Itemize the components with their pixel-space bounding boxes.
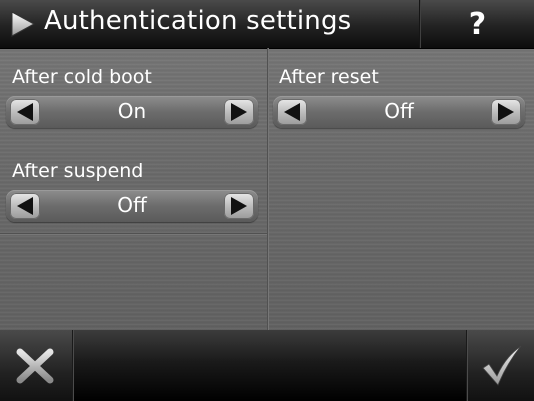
arrow-left-icon (17, 103, 33, 121)
close-x-icon (16, 348, 54, 384)
previous-value-button[interactable] (10, 99, 40, 125)
play-arrow-icon (11, 11, 36, 37)
setting-label: After reset (279, 66, 379, 88)
help-button[interactable]: ? (421, 0, 534, 48)
confirm-button[interactable] (468, 330, 534, 401)
title-bar: Authentication settings ? (0, 0, 534, 49)
next-value-button[interactable] (491, 99, 521, 125)
setting-value: Off (384, 99, 414, 123)
checkmark-icon (482, 345, 522, 386)
previous-value-button[interactable] (277, 99, 307, 125)
setting-value: Off (117, 193, 147, 217)
value-selector: Off (6, 190, 258, 222)
setting-value: On (117, 99, 147, 123)
value-selector: Off (273, 96, 525, 128)
previous-value-button[interactable] (10, 193, 40, 219)
authentication-settings-screen: Authentication settings ? After cold boo… (0, 0, 534, 401)
cancel-button[interactable] (0, 330, 72, 401)
bottom-separator-left (72, 330, 74, 401)
arrow-left-icon (17, 197, 33, 215)
setting-label: After suspend (12, 160, 144, 182)
setting-after-reset: After reset Off (267, 66, 534, 146)
arrow-right-icon (498, 103, 514, 121)
next-value-button[interactable] (224, 193, 254, 219)
next-value-button[interactable] (224, 99, 254, 125)
arrow-right-icon (231, 103, 247, 121)
value-selector: On (6, 96, 258, 128)
page-title: Authentication settings (44, 6, 352, 36)
setting-label: After cold boot (12, 66, 152, 88)
setting-after-suspend: After suspend Off (0, 160, 267, 240)
setting-after-cold-boot: After cold boot On (0, 66, 267, 146)
arrow-right-icon (231, 197, 247, 215)
bottom-bar (0, 330, 534, 401)
arrow-left-icon (284, 103, 300, 121)
help-label: ? (468, 6, 487, 42)
